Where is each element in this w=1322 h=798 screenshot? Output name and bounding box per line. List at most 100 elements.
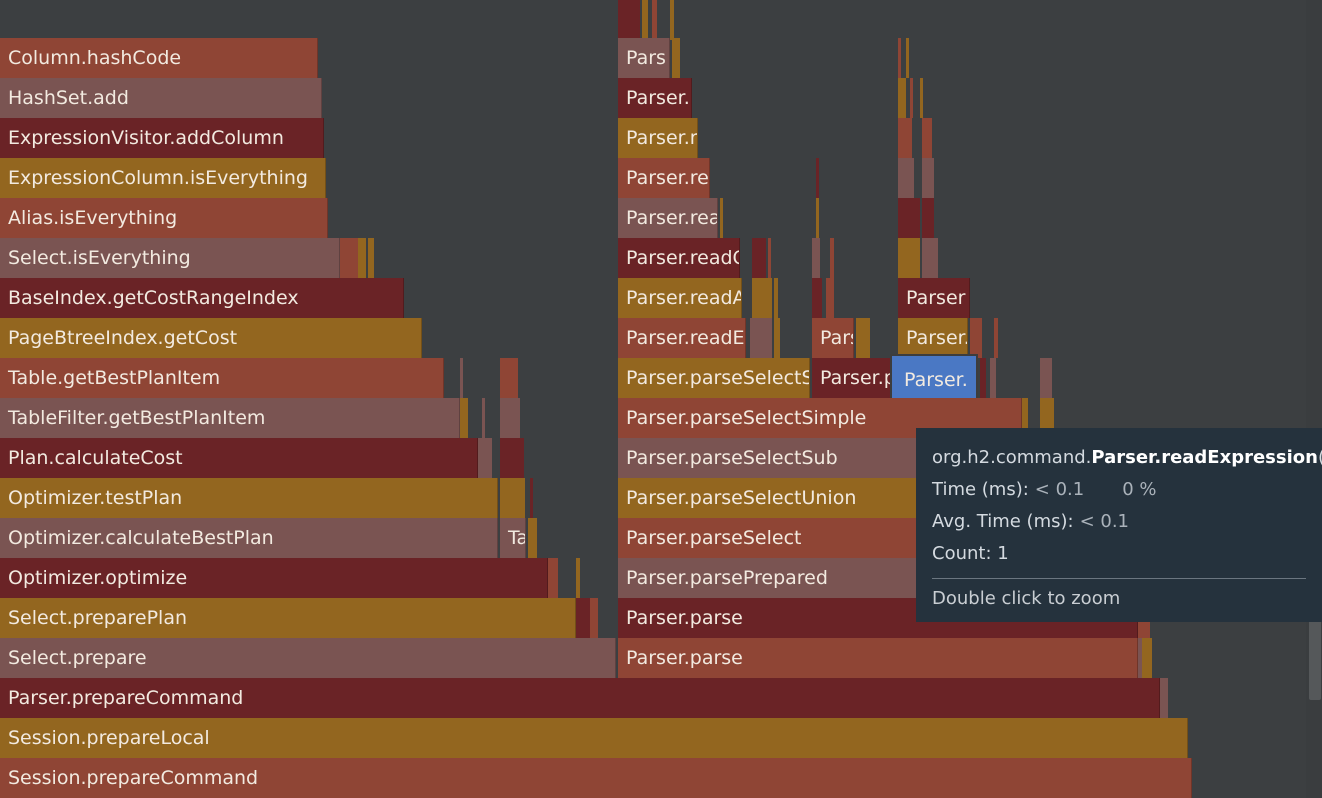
frame-sliver[interactable] [898, 158, 914, 198]
tooltip-parens: () [1318, 447, 1322, 468]
frame-plan-calculatecost[interactable]: Plan.calculateCost [0, 438, 478, 478]
frame-table-getbestplanitem[interactable]: Table.getBestPlanItem [0, 358, 444, 398]
tooltip-avg-value: < 0.1 [1079, 511, 1130, 532]
frame-sliver[interactable] [994, 318, 998, 358]
frame-parser-readexpression-selected[interactable]: Parser. [890, 354, 978, 402]
frame-optimizer-testplan[interactable]: Optimizer.testPlan [0, 478, 498, 518]
frame-sliver[interactable] [618, 0, 640, 40]
frame-sliver[interactable] [590, 598, 598, 638]
tooltip-divider [932, 578, 1306, 579]
frame-sliver[interactable] [922, 238, 938, 278]
frame-parser-parseselectunion[interactable]: Parser.parseSelectUnion [618, 478, 918, 518]
frame-sliver[interactable] [812, 238, 820, 278]
frame-parser-p[interactable]: Parser.p [812, 358, 892, 398]
frame-sliver[interactable] [500, 398, 520, 438]
frame-tablefilter-getbestplanitem[interactable]: TableFilter.getBestPlanItem [0, 398, 460, 438]
frame-select-prepareplan[interactable]: Select.preparePlan [0, 598, 576, 638]
frame-sliver[interactable] [910, 78, 913, 118]
frame-sliver[interactable] [500, 478, 525, 518]
frame-sliver[interactable] [990, 358, 996, 398]
frame-sliver[interactable] [750, 318, 772, 358]
frame-sliver[interactable] [482, 398, 485, 438]
frame-sliver[interactable] [816, 158, 819, 198]
frame-sliver[interactable] [672, 38, 680, 78]
frame-parser-re[interactable]: Parser.re [618, 158, 710, 198]
frame-pagebtreeindex-getcost[interactable]: PageBtreeIndex.getCost [0, 318, 422, 358]
frame-sliver[interactable] [642, 0, 648, 40]
frame-sliver[interactable] [812, 278, 822, 318]
frame-sliver[interactable] [478, 438, 492, 478]
frame-parser-parseselect[interactable]: Parser.parseSelect [618, 518, 918, 558]
frame-parser-readexp[interactable]: Parser.readExp [618, 318, 746, 358]
frame-sliver[interactable] [576, 558, 580, 598]
frame-sliver[interactable] [830, 238, 834, 278]
frame-pars-b[interactable]: Pars [812, 318, 854, 358]
frame-parser-d[interactable]: Parser. [898, 318, 968, 358]
frame-select-iseverything[interactable]: Select.isEverything [0, 238, 340, 278]
frame-sliver[interactable] [856, 318, 870, 358]
frame-sliver[interactable] [920, 78, 923, 118]
scrollbar-thumb[interactable] [1309, 620, 1321, 700]
frame-expressioncolumn-iseverything[interactable]: ExpressionColumn.isEverything [0, 158, 326, 198]
frame-sliver[interactable] [576, 598, 590, 638]
frame-sliver[interactable] [774, 318, 780, 358]
frame-sliver[interactable] [1142, 638, 1152, 678]
frame-sliver[interactable] [358, 238, 366, 278]
frame-parser-parseprepared[interactable]: Parser.parsePrepared [618, 558, 918, 598]
frame-sliver[interactable] [500, 358, 518, 398]
frame-sliver[interactable] [460, 358, 463, 398]
frame-sliver[interactable] [340, 238, 358, 278]
frame-sliver[interactable] [898, 38, 901, 78]
frame-baseindex-getcostrangeindex[interactable]: BaseIndex.getCostRangeIndex [0, 278, 404, 318]
frame-session-preparelocal[interactable]: Session.prepareLocal [0, 718, 1188, 758]
frame-sliver[interactable] [500, 438, 524, 478]
frame-sliver[interactable] [922, 118, 932, 158]
frame-sliver[interactable] [898, 78, 906, 118]
frame-sliver[interactable] [460, 398, 468, 438]
frame-parser-readc[interactable]: Parser.readC [618, 238, 740, 278]
frame-sliver[interactable] [816, 198, 819, 238]
frame-parser-readar[interactable]: Parser.readAr [618, 278, 742, 318]
frame-sliver[interactable] [1160, 678, 1168, 718]
frame-optimizer-calculatebestplan[interactable]: Optimizer.calculateBestPlan [0, 518, 498, 558]
frame-sliver[interactable] [906, 38, 909, 78]
frame-parser-parseselectsub[interactable]: Parser.parseSelectSub [618, 438, 918, 478]
frame-sliver[interactable] [652, 0, 657, 40]
frame-sliver[interactable] [898, 118, 912, 158]
frame-optimizer-optimize[interactable]: Optimizer.optimize [0, 558, 548, 598]
frame-session-preparecommand[interactable]: Session.prepareCommand [0, 758, 1192, 798]
frame-select-prepare[interactable]: Select.prepare [0, 638, 616, 678]
frame-parser-parse-2[interactable]: Parser.parse [618, 638, 1138, 678]
frame-sliver[interactable] [1040, 358, 1052, 398]
frame-sliver[interactable] [528, 518, 537, 558]
frame-parser-r[interactable]: Parser.r [618, 118, 698, 158]
frame-sliver[interactable] [774, 278, 778, 318]
frame-sliver[interactable] [768, 238, 771, 278]
frame-pars-a[interactable]: Pars [618, 38, 670, 78]
frame-sliver[interactable] [922, 158, 934, 198]
frame-parser-c[interactable]: Parser [898, 278, 970, 318]
frame-sliver[interactable] [826, 278, 834, 318]
frame-sliver[interactable] [752, 278, 772, 318]
frame-sliver[interactable] [752, 238, 766, 278]
frame-parser-dot[interactable]: Parser. [618, 78, 692, 118]
frame-sliver[interactable] [720, 198, 723, 238]
frame-ta[interactable]: Ta [500, 518, 526, 558]
frame-sliver[interactable] [970, 318, 982, 358]
frame-sliver[interactable] [530, 478, 533, 518]
frame-parser-preparecommand[interactable]: Parser.prepareCommand [0, 678, 1160, 718]
frame-sliver[interactable] [548, 558, 558, 598]
frame-sliver[interactable] [368, 238, 374, 278]
frame-sliver[interactable] [980, 358, 986, 398]
frame-expressionvisitor-addcolumn[interactable]: ExpressionVisitor.addColumn [0, 118, 324, 158]
frame-column-hashcode[interactable]: Column.hashCode [0, 38, 318, 78]
frame-sliver[interactable] [898, 238, 920, 278]
frame-sliver[interactable] [898, 198, 920, 238]
frame-parser-parseselectsir[interactable]: Parser.parseSelectSir [618, 358, 810, 398]
frame-sliver[interactable] [670, 0, 674, 40]
frame-sliver[interactable] [922, 198, 934, 238]
frame-alias-iseverything[interactable]: Alias.isEverything [0, 198, 328, 238]
frame-hashset-add[interactable]: HashSet.add [0, 78, 322, 118]
frame-parser-rea[interactable]: Parser.rea [618, 198, 718, 238]
frame-tooltip: org.h2.command.Parser.readExpression() T… [916, 428, 1322, 622]
